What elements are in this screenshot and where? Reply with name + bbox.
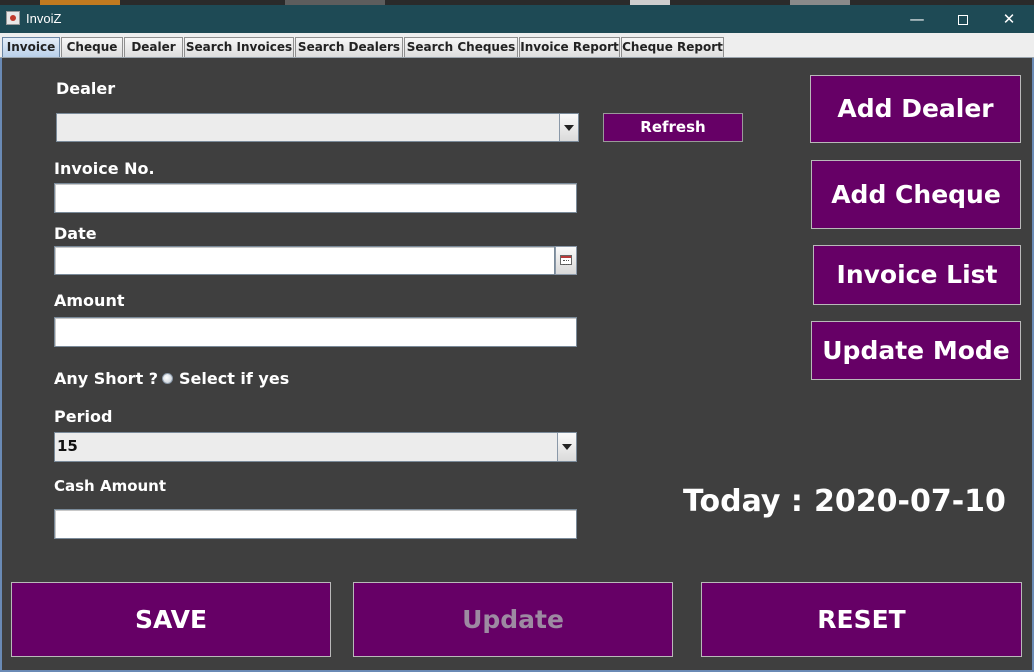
- any-short-option-label[interactable]: Select if yes: [179, 369, 289, 388]
- cash-amount-input[interactable]: [54, 509, 577, 539]
- chevron-down-icon[interactable]: [559, 114, 578, 141]
- tab-dealer[interactable]: Dealer: [124, 37, 183, 57]
- calendar-icon: [560, 255, 572, 265]
- invoice-list-button[interactable]: Invoice List: [813, 245, 1021, 305]
- add-dealer-button[interactable]: Add Dealer: [810, 75, 1021, 143]
- date-picker-button[interactable]: [555, 246, 577, 275]
- tab-invoice[interactable]: Invoice: [2, 37, 60, 57]
- any-short-radio[interactable]: [162, 373, 173, 384]
- tab-search-dealers[interactable]: Search Dealers: [295, 37, 403, 57]
- today-date: 2020-07-10: [814, 484, 1006, 519]
- minimize-button[interactable]: —: [894, 5, 940, 33]
- amount-label: Amount: [54, 291, 125, 310]
- tab-cheque-report[interactable]: Cheque Report: [621, 37, 724, 57]
- save-button[interactable]: SAVE: [11, 582, 331, 657]
- reset-button[interactable]: RESET: [701, 582, 1022, 657]
- maximize-button[interactable]: [940, 5, 986, 33]
- window-title-bar: InvoiZ — ✕: [0, 5, 1034, 33]
- add-cheque-button[interactable]: Add Cheque: [811, 160, 1021, 229]
- dealer-select[interactable]: [56, 113, 579, 142]
- refresh-button[interactable]: Refresh: [603, 113, 743, 142]
- invoice-no-input[interactable]: [54, 183, 577, 213]
- invoice-no-label: Invoice No.: [54, 159, 155, 178]
- period-select[interactable]: 15: [54, 432, 577, 462]
- tab-cheque[interactable]: Cheque: [61, 37, 123, 57]
- period-select-value: 15: [57, 437, 78, 455]
- window-title: InvoiZ: [26, 11, 62, 26]
- period-label: Period: [54, 407, 113, 426]
- tab-search-cheques[interactable]: Search Cheques: [404, 37, 518, 57]
- amount-input[interactable]: [54, 317, 577, 347]
- java-app-icon: [6, 11, 20, 25]
- dealer-label: Dealer: [56, 79, 116, 98]
- tab-search-invoices[interactable]: Search Invoices: [184, 37, 294, 57]
- update-button[interactable]: Update: [353, 582, 673, 657]
- today-label: Today :: [683, 484, 803, 519]
- maximize-icon: [958, 14, 968, 25]
- tab-strip: Invoice Cheque Dealer Search Invoices Se…: [0, 33, 1034, 58]
- tab-invoice-report[interactable]: Invoice Report: [519, 37, 620, 57]
- close-button[interactable]: ✕: [986, 5, 1032, 33]
- any-short-label: Any Short ?: [54, 369, 159, 388]
- date-input[interactable]: [54, 246, 555, 275]
- invoice-panel: Dealer Refresh Invoice No. Date Amount A…: [0, 58, 1034, 672]
- date-label: Date: [54, 224, 97, 243]
- update-mode-button[interactable]: Update Mode: [811, 321, 1021, 380]
- cash-amount-label: Cash Amount: [54, 477, 167, 495]
- chevron-down-icon[interactable]: [557, 433, 576, 461]
